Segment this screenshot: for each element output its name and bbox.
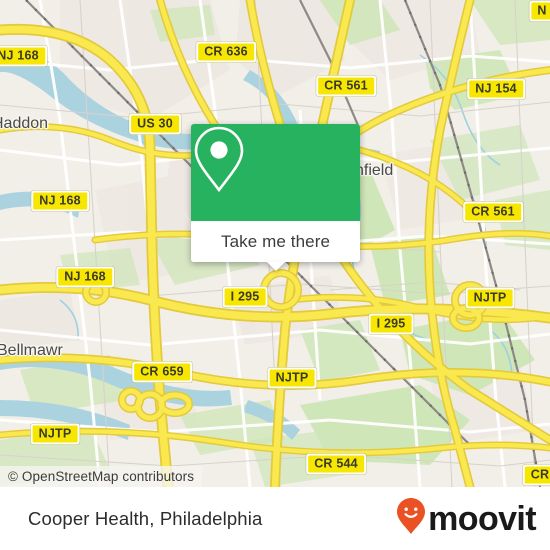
popup-pointer-tail <box>266 262 285 271</box>
take-me-there-label: Take me there <box>220 231 331 251</box>
road-shield: I 295 <box>368 313 414 335</box>
moovit-logo[interactable]: moovit <box>396 497 537 540</box>
osm-attribution[interactable]: © OpenStreetMap contributors <box>0 466 203 487</box>
road-shield: CR 659 <box>132 361 192 383</box>
road-shield: NJ 168 <box>0 45 47 67</box>
road-shield: US 30 <box>129 113 181 135</box>
road-shield: CR 561 <box>463 201 523 223</box>
road-shield: NJTP <box>267 367 317 389</box>
road-shield: CR 636 <box>196 41 256 63</box>
road-shield: CR <box>522 464 550 486</box>
road-shield: NJ 168 <box>56 266 114 288</box>
road-shield: NJTP <box>30 423 80 445</box>
popup-header <box>191 124 360 221</box>
location-popup-card[interactable]: Take me there <box>191 124 360 271</box>
moovit-wordmark: moovit <box>428 499 536 538</box>
road-shield: NJTP <box>465 287 515 309</box>
road-shield: I 295 <box>222 286 268 308</box>
place-label-haddon: Haddon <box>0 115 49 132</box>
moovit-smiley-pin-icon <box>396 497 426 540</box>
road-shield: CR 544 <box>306 453 366 475</box>
footer-bar: Cooper Health, Philadelphia moovit <box>0 487 550 550</box>
road-shield: NJ 154 <box>467 78 525 100</box>
place-label-nfield: nfield <box>355 162 394 179</box>
screenshot-root: Haddon nfield Bellmawr NJ 168 CR 636 CR … <box>0 0 550 550</box>
place-label-bellmawr: Bellmawr <box>0 342 63 359</box>
road-shield: NJ 168 <box>31 190 89 212</box>
location-title: Cooper Health, Philadelphia <box>28 507 263 529</box>
road-shield: CR 561 <box>316 75 376 97</box>
road-shield: N <box>529 0 550 22</box>
take-me-there-button[interactable]: Take me there <box>191 221 360 271</box>
map-canvas[interactable]: Haddon nfield Bellmawr NJ 168 CR 636 CR … <box>0 0 550 487</box>
